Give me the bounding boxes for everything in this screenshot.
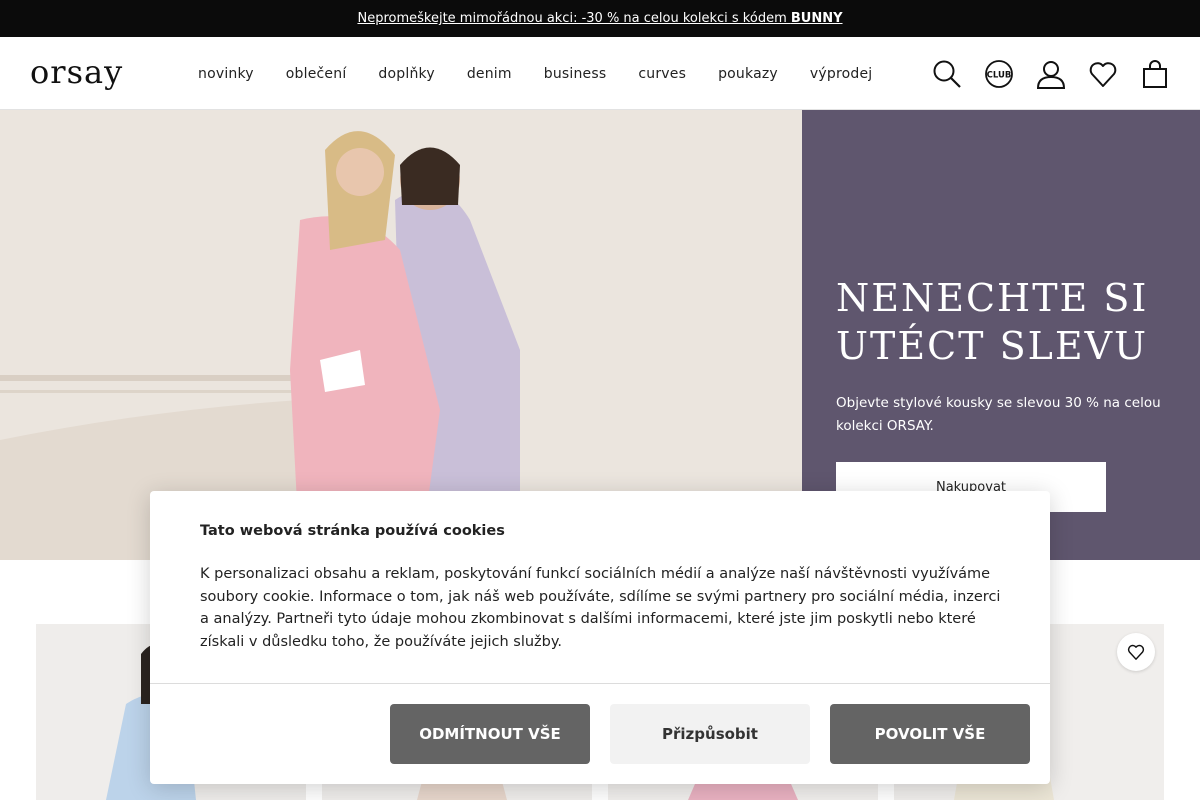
promo-text: Nepromeškejte mimořádnou akci: -30 % na …	[357, 11, 791, 26]
nav-item-poukazy[interactable]: poukazy	[702, 66, 794, 82]
promo-bar: Nepromeškejte mimořádnou akci: -30 % na …	[0, 0, 1200, 37]
site-header: orsay novinky oblečení doplňky denim bus…	[0, 37, 1200, 110]
nav-item-vyprodej[interactable]: výprodej	[794, 66, 888, 82]
cookie-text: K personalizaci obsahu a reklam, poskyto…	[200, 566, 1001, 650]
nav-item-doplnky[interactable]: doplňky	[362, 66, 450, 82]
header-icons: CLUB	[932, 37, 1170, 110]
hero-text: Objevte stylové kousky se slevou 30 % na…	[836, 395, 1161, 434]
promo-code: BUNNY	[790, 11, 843, 26]
reject-all-button[interactable]: ODMÍTNOUT VŠE	[390, 704, 590, 764]
hero-title: NENECHTE SI UTÉCT SLEVU	[836, 276, 1149, 368]
club-icon-label: CLUB	[987, 70, 1012, 80]
search-icon[interactable]	[932, 59, 962, 89]
nav-item-novinky[interactable]: novinky	[182, 66, 270, 82]
nav-item-business[interactable]: business	[528, 66, 623, 82]
account-icon[interactable]	[1036, 59, 1066, 89]
cookie-title: Tato webová stránka používá cookies	[200, 523, 505, 539]
logo-text: orsay	[30, 53, 124, 91]
accept-all-button[interactable]: POVOLIT VŠE	[830, 704, 1030, 764]
divider	[150, 683, 1050, 684]
wishlist-icon[interactable]	[1088, 59, 1118, 89]
nav-item-obleceni[interactable]: oblečení	[270, 66, 363, 82]
promo-link[interactable]: Nepromeškejte mimořádnou akci: -30 % na …	[357, 11, 842, 26]
nav-item-curves[interactable]: curves	[622, 66, 702, 82]
nav-item-denim[interactable]: denim	[451, 66, 528, 82]
bag-icon[interactable]	[1140, 59, 1170, 89]
club-icon[interactable]: CLUB	[984, 59, 1014, 89]
main-nav: novinky oblečení doplňky denim business …	[182, 37, 888, 110]
product-wishlist-button[interactable]	[1117, 633, 1155, 671]
orsay-logo[interactable]: orsay	[30, 56, 152, 91]
customize-button[interactable]: Přizpůsobit	[610, 704, 810, 764]
heart-icon	[1127, 644, 1145, 660]
cookie-consent-dialog: Tato webová stránka používá cookies K pe…	[150, 491, 1050, 784]
